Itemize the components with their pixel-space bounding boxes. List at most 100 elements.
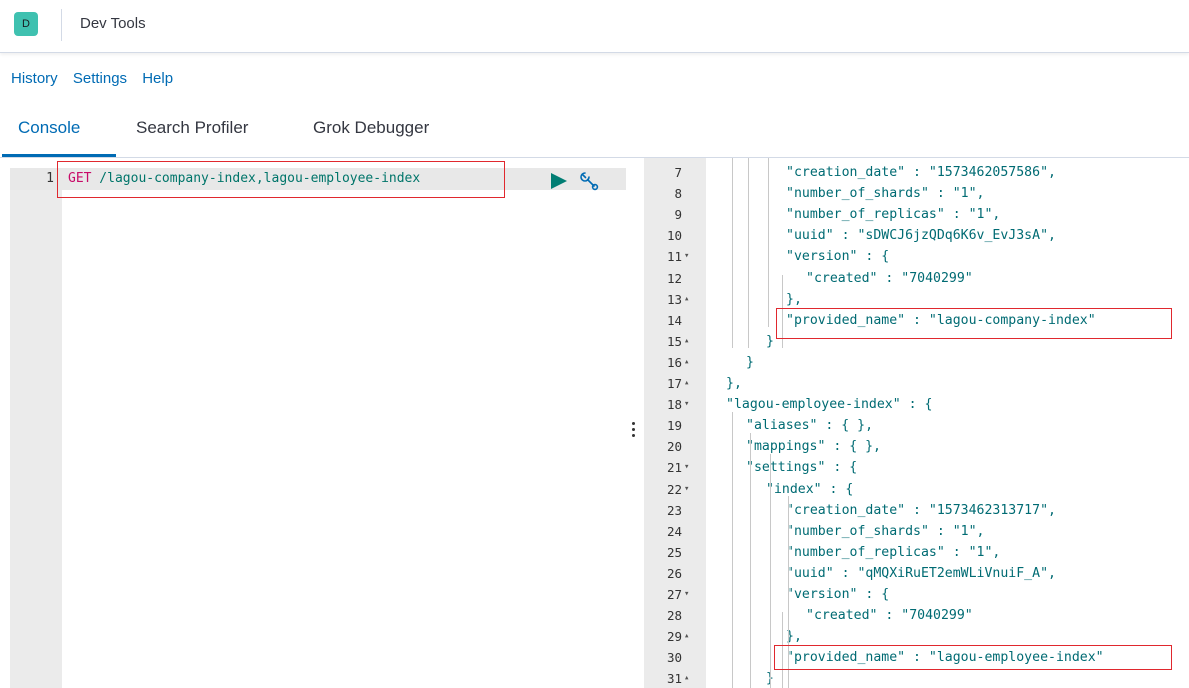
output-line-number: 16 bbox=[666, 354, 682, 370]
output-code: "lagou-employee-index" : { bbox=[726, 397, 933, 413]
output-code: }, bbox=[726, 376, 742, 391]
tab-console[interactable]: Console bbox=[18, 118, 80, 138]
fold-collapse-icon[interactable]: ▴ bbox=[684, 289, 698, 310]
output-line: 11 ▾ "version" : { bbox=[644, 246, 1189, 267]
send-request-button[interactable] bbox=[549, 172, 569, 190]
fold-expand-icon[interactable]: ▾ bbox=[684, 246, 698, 267]
provided-name-highlight-company bbox=[776, 308, 1172, 339]
space-avatar[interactable]: D bbox=[14, 12, 38, 36]
output-line: 26 "uuid" : "qMQXiRuET2emWLiVnuiF_A", bbox=[644, 563, 1189, 584]
output-line-number: 7 bbox=[674, 165, 682, 180]
output-code: "creation_date" : "1573462313717", bbox=[786, 502, 1056, 518]
output-line: 21 ▾ "settings" : { bbox=[644, 457, 1189, 478]
output-line: 16 ▴} bbox=[644, 352, 1189, 373]
output-line-number: 9 bbox=[674, 207, 682, 223]
response-output[interactable]: 7 "creation_date" : "1573462057586", 8 "num… bbox=[644, 158, 1189, 688]
provided-name-highlight-employee bbox=[774, 645, 1172, 670]
output-line: 8 "number_of_shards" : "1", bbox=[644, 183, 1189, 204]
output-line-number: 24 bbox=[666, 523, 682, 539]
fold-expand-icon[interactable]: ▾ bbox=[684, 457, 698, 478]
output-code: } bbox=[746, 354, 754, 370]
output-line-number: 23 bbox=[666, 502, 682, 518]
play-icon bbox=[551, 173, 567, 189]
output-code: "creation_date" : "1573462057586", bbox=[786, 165, 1056, 180]
output-code: "aliases" : { }, bbox=[746, 418, 874, 434]
fold-collapse-icon[interactable]: ▴ bbox=[684, 352, 698, 373]
drag-handle-icon bbox=[632, 422, 636, 438]
output-line-number: 13 bbox=[666, 291, 682, 307]
output-line: 20 "mappings" : { }, bbox=[644, 436, 1189, 457]
output-line: 19 "aliases" : { }, bbox=[644, 415, 1189, 436]
output-code: "number_of_shards" : "1", bbox=[786, 523, 985, 539]
output-line: 31▴} bbox=[644, 668, 1189, 688]
output-line-number: 29 bbox=[666, 629, 682, 645]
output-line: 22 ▾ "index" : { bbox=[644, 479, 1189, 500]
output-line: 25 "number_of_replicas" : "1", bbox=[644, 542, 1189, 563]
output-line-number: 19 bbox=[666, 418, 682, 434]
console-menu: History Settings Help bbox=[11, 70, 184, 87]
fold-collapse-icon[interactable]: ▴ bbox=[684, 626, 698, 647]
output-code: "number_of_shards" : "1", bbox=[786, 186, 985, 202]
header-divider bbox=[61, 9, 62, 41]
output-line-number: 21 bbox=[666, 460, 682, 476]
output-line: 17 ▴}, bbox=[644, 373, 1189, 394]
output-line-number: 15 bbox=[666, 333, 682, 349]
indent-guide bbox=[750, 433, 751, 688]
output-line-number: 18 bbox=[666, 397, 682, 413]
line-number: 1 bbox=[46, 171, 54, 186]
output-line-number: 12 bbox=[666, 270, 682, 286]
output-code: "uuid" : "qMQXiRuET2emWLiVnuiF_A", bbox=[786, 565, 1056, 581]
output-line-number: 27 bbox=[666, 587, 682, 602]
output-line-number: 26 bbox=[666, 565, 682, 581]
output-code: "index" : { bbox=[766, 481, 854, 497]
output-code: "settings" : { bbox=[746, 460, 858, 476]
request-editor[interactable]: 1 GET /lagou-company-index,lagou-employe… bbox=[10, 168, 626, 688]
output-code: "version" : { bbox=[786, 249, 890, 265]
panel-resizer[interactable] bbox=[626, 158, 642, 688]
breadcrumb-dev-tools: Dev Tools bbox=[80, 15, 146, 32]
output-line-number: 10 bbox=[666, 228, 682, 244]
fold-expand-icon[interactable]: ▾ bbox=[684, 479, 698, 500]
indent-guide bbox=[748, 158, 749, 348]
output-code: } bbox=[766, 333, 774, 349]
output-line-number: 14 bbox=[666, 312, 682, 328]
indent-guide bbox=[768, 158, 769, 327]
output-line: 28 "created" : "7040299" bbox=[644, 605, 1189, 626]
menu-help[interactable]: Help bbox=[142, 70, 173, 87]
active-tab-indicator bbox=[2, 154, 116, 157]
output-line-number: 11 bbox=[666, 249, 682, 265]
output-line: 9 "number_of_replicas" : "1", bbox=[644, 204, 1189, 225]
output-code: "created" : "7040299" bbox=[806, 270, 973, 286]
fold-expand-icon[interactable]: ▾ bbox=[684, 394, 698, 415]
fold-collapse-icon[interactable]: ▴ bbox=[684, 331, 698, 352]
menu-settings[interactable]: Settings bbox=[73, 70, 127, 87]
tab-search-profiler[interactable]: Search Profiler bbox=[136, 118, 248, 138]
fold-collapse-icon[interactable]: ▴ bbox=[684, 373, 698, 394]
request-settings-button[interactable] bbox=[578, 170, 600, 192]
indent-guide bbox=[732, 158, 733, 348]
indent-guide bbox=[770, 454, 771, 688]
tab-bar: Console Search Profiler Grok Debugger bbox=[0, 106, 1189, 158]
output-code: "version" : { bbox=[786, 587, 890, 602]
output-line-number: 31 bbox=[666, 671, 682, 687]
output-line: 7 "creation_date" : "1573462057586", bbox=[644, 162, 1189, 183]
output-code: }, bbox=[786, 291, 802, 307]
output-line: 24 "number_of_shards" : "1", bbox=[644, 521, 1189, 542]
output-line-number: 30 bbox=[666, 650, 682, 666]
output-line-number: 28 bbox=[666, 608, 682, 624]
output-line: 23 "creation_date" : "1573462313717", bbox=[644, 500, 1189, 521]
output-line-number: 20 bbox=[666, 439, 682, 455]
output-line: 13 ▴}, bbox=[644, 289, 1189, 310]
indent-guide bbox=[732, 412, 733, 688]
editor-gutter bbox=[10, 168, 62, 688]
wrench-icon bbox=[580, 172, 599, 191]
fold-collapse-icon[interactable]: ▴ bbox=[684, 668, 698, 688]
output-line-number: 8 bbox=[674, 186, 682, 202]
output-code: "mappings" : { }, bbox=[746, 439, 881, 455]
fold-expand-icon[interactable]: ▾ bbox=[684, 584, 698, 605]
output-code: "created" : "7040299" bbox=[806, 608, 973, 624]
menu-history[interactable]: History bbox=[11, 70, 58, 87]
tab-grok-debugger[interactable]: Grok Debugger bbox=[313, 118, 429, 138]
request-highlight-box bbox=[57, 161, 505, 198]
output-line-number: 22 bbox=[666, 481, 682, 497]
